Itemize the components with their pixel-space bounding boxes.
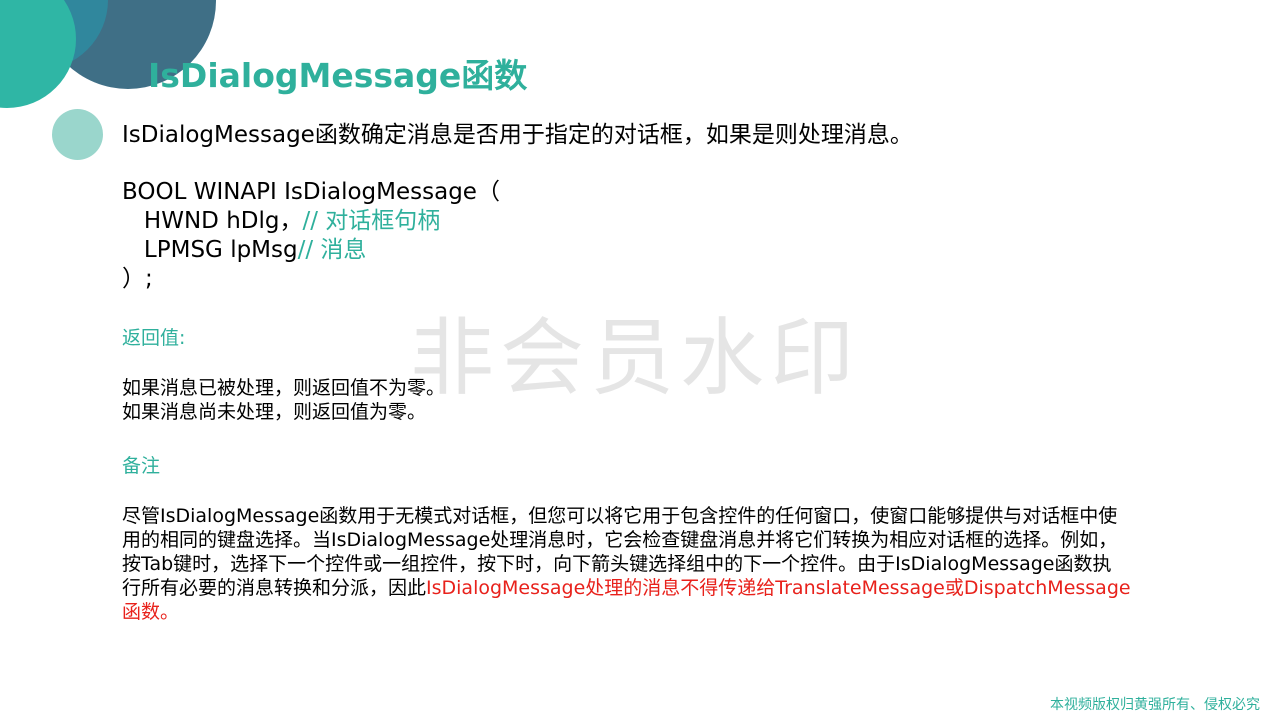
code-line: BOOL WINAPI IsDialogMessage（ bbox=[122, 179, 500, 205]
remarks-line: 尽管IsDialogMessage函数用于无模式对话框，但您可以将它用于包含控件… bbox=[122, 505, 1118, 527]
intro-text: IsDialogMessage函数确定消息是否用于指定的对话框，如果是则处理消息… bbox=[122, 122, 913, 148]
return-value-heading: 返回值: bbox=[122, 327, 186, 349]
function-signature: BOOL WINAPI IsDialogMessage（ HWND hDlg，/… bbox=[122, 178, 1242, 294]
remarks-line: 行所有必要的消息转换和分派，因此IsDialogMessage处理的消息不得传递… bbox=[122, 576, 1242, 600]
code-line: LPMSG lpMsg// 消息 bbox=[122, 236, 1242, 265]
slide-title: IsDialogMessage函数 bbox=[148, 56, 528, 95]
decor-circle-teal bbox=[0, 0, 76, 108]
slide-content: IsDialogMessage函数确定消息是否用于指定的对话框，如果是则处理消息… bbox=[122, 120, 1242, 624]
bullet-circle bbox=[52, 109, 103, 160]
remarks-text: 行所有必要的消息转换和分派，因此 bbox=[122, 577, 427, 599]
code-param: LPMSG lpMsg bbox=[122, 237, 298, 263]
code-comment: // 对话框句柄 bbox=[302, 208, 441, 234]
code-comment: // 消息 bbox=[297, 237, 367, 263]
remarks-line: 用的相同的键盘选择。当IsDialogMessage处理消息时，它会检查键盘消息… bbox=[122, 529, 1118, 551]
remarks-heading: 备注 bbox=[122, 455, 161, 477]
return-value-description: 如果消息已被处理，则返回值不为零。 如果消息尚未处理，则返回值为零。 bbox=[122, 376, 1242, 424]
remarks-warning: IsDialogMessage处理的消息不得传递给TranslateMessag… bbox=[426, 577, 1131, 599]
code-line: HWND hDlg，// 对话框句柄 bbox=[122, 207, 1242, 236]
code-line: ）; bbox=[122, 266, 153, 292]
remarks-paragraph: 尽管IsDialogMessage函数用于无模式对话框，但您可以将它用于包含控件… bbox=[122, 504, 1242, 624]
copyright-notice: 本视频版权归黄强所有、侵权必究 bbox=[1050, 697, 1260, 713]
return-line: 如果消息尚未处理，则返回值为零。 bbox=[122, 401, 427, 423]
remarks-warning: 函数。 bbox=[122, 601, 180, 623]
remarks-line: 按Tab键时，选择下一个控件或一组控件，按下时，向下箭头键选择组中的下一个控件。… bbox=[122, 553, 1112, 575]
return-line: 如果消息已被处理，则返回值不为零。 bbox=[122, 377, 446, 399]
code-param: HWND hDlg， bbox=[122, 208, 303, 234]
